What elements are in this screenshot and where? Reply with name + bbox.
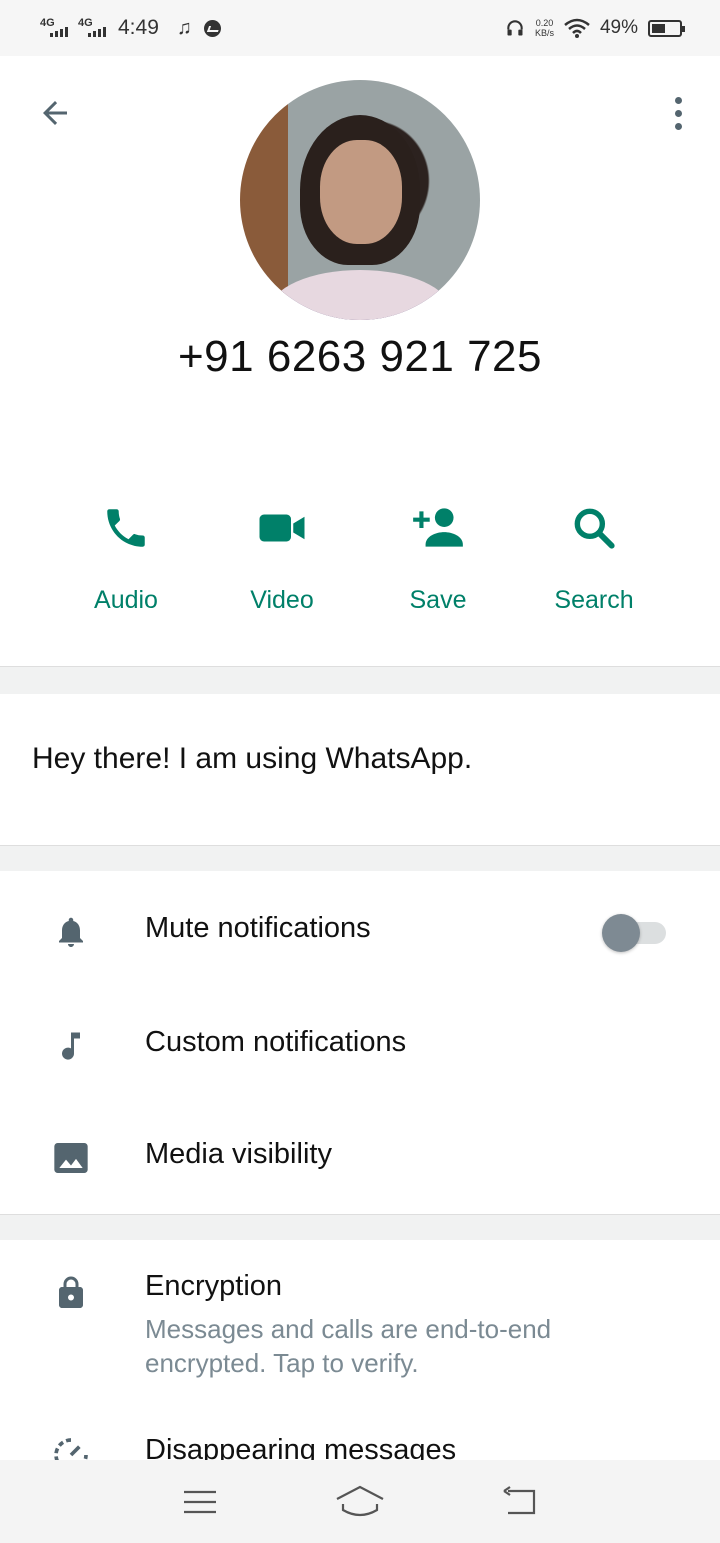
home-button[interactable] <box>330 1477 390 1527</box>
battery-icon <box>648 19 685 37</box>
custom-notifications-row[interactable]: Custom notifications <box>0 1006 720 1086</box>
more-vert-icon <box>674 96 682 104</box>
search-icon <box>574 508 615 549</box>
net-speed: 0.20 KB/s <box>535 18 554 38</box>
back-button[interactable] <box>30 90 80 136</box>
media-visibility-label: Media visibility <box>145 1138 332 1170</box>
section-divider <box>0 1214 720 1240</box>
search-button[interactable]: Search <box>516 498 672 615</box>
action-bar: Audio Video Save Search <box>48 498 672 615</box>
back-nav-button[interactable] <box>490 1477 550 1527</box>
messenger-icon <box>203 19 221 37</box>
headphones-icon <box>507 20 523 36</box>
section-divider <box>0 666 720 694</box>
audio-label: Audio <box>94 586 158 614</box>
net-speed-unit: KB/s <box>534 28 554 38</box>
video-call-button[interactable]: Video <box>204 498 360 615</box>
contact-name: +91 6263 921 725 <box>177 332 543 381</box>
home-icon <box>336 1485 384 1516</box>
more-options-button[interactable] <box>658 88 698 138</box>
custom-notifications-label: Custom notifications <box>145 1026 407 1058</box>
about-text[interactable]: Hey there! I am using WhatsApp. <box>32 742 472 776</box>
signal-icon-2: 4G <box>78 15 112 41</box>
music-note-icon <box>62 1032 80 1060</box>
encryption-desc-line1: Messages and calls are end-to-end <box>145 1314 552 1344</box>
bell-icon <box>59 917 83 947</box>
add-person-icon <box>413 508 463 547</box>
signal-icon: 4G <box>40 15 74 41</box>
encryption-row[interactable]: Encryption Messages and calls are end-to… <box>0 1262 720 1392</box>
system-nav-bar <box>0 1460 720 1543</box>
image-icon <box>54 1143 88 1173</box>
battery-percent: 49% <box>599 17 638 38</box>
save-contact-button[interactable]: Save <box>360 498 516 615</box>
net-speed-value: 0.20 <box>535 18 554 28</box>
media-visibility-row[interactable]: Media visibility <box>0 1118 720 1198</box>
video-icon <box>259 514 305 542</box>
save-label: Save <box>409 586 467 614</box>
recents-button[interactable] <box>170 1477 230 1527</box>
encryption-desc-line2: encrypted. Tap to verify. <box>145 1348 419 1378</box>
status-bar: 4G 4G 4:49 ♫ 0.20 KB/s 49% <box>0 0 720 56</box>
arrow-left-icon <box>43 101 67 125</box>
phone-icon <box>107 509 145 547</box>
back-nav-icon <box>503 1485 536 1514</box>
mute-toggle[interactable] <box>602 912 666 952</box>
audio-call-button[interactable]: Audio <box>48 498 204 615</box>
menu-icon <box>184 1490 216 1513</box>
profile-photo[interactable] <box>240 80 480 320</box>
video-label: Video <box>250 586 314 614</box>
section-divider <box>0 845 720 871</box>
wifi-icon <box>564 18 590 38</box>
encryption-title: Encryption <box>145 1270 283 1302</box>
lock-icon <box>59 1276 83 1308</box>
mute-notifications-label: Mute notifications <box>145 912 371 944</box>
status-time: 4:49 <box>118 16 159 39</box>
search-label: Search <box>554 586 634 614</box>
music-note-icon: ♫ <box>176 16 192 39</box>
